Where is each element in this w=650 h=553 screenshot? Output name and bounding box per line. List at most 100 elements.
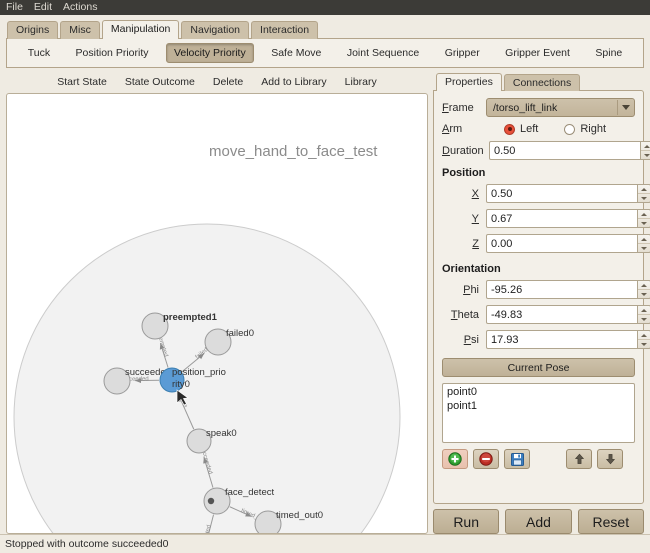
duration-spin-up[interactable]: [641, 142, 650, 151]
frame-combobox[interactable]: /torso_lift_link: [486, 98, 635, 117]
toolbar-start-state[interactable]: Start State: [57, 76, 107, 88]
list-item[interactable]: point0: [447, 386, 630, 400]
move-point-down-button[interactable]: [597, 449, 623, 469]
list-item[interactable]: point1: [447, 400, 630, 414]
orientation-psi-row: Psi: [442, 330, 635, 349]
position-y-spinner[interactable]: [486, 209, 650, 228]
arm-radio-right[interactable]: Right: [564, 123, 606, 135]
position-x-spin-buttons[interactable]: [638, 184, 650, 203]
tab-interaction[interactable]: Interaction: [251, 21, 318, 39]
tab-manipulation[interactable]: Manipulation: [102, 20, 180, 39]
run-button[interactable]: Run: [433, 509, 499, 534]
tab-misc[interactable]: Misc: [60, 21, 100, 39]
mode-button-safe-move[interactable]: Safe Move: [263, 43, 329, 63]
position-y-spin-up[interactable]: [638, 210, 650, 219]
position-z-spinner[interactable]: [486, 234, 650, 253]
position-x-spinner[interactable]: [486, 184, 650, 203]
orientation-psi-spinner[interactable]: [486, 330, 650, 349]
node-label: rity0: [172, 379, 190, 390]
status-text: Stopped with outcome succeeded0: [5, 538, 168, 550]
menu-item-actions[interactable]: Actions: [63, 0, 104, 15]
orientation-phi-spin-up[interactable]: [638, 281, 650, 290]
state-machine-canvas[interactable]: move_hand_to_face_testpreemptedfailedsuc…: [6, 93, 428, 534]
orientation-psi-input[interactable]: [486, 330, 638, 349]
position-x-spin-down[interactable]: [638, 194, 650, 202]
properties-panel: Properties Connections Frame /torso_lift…: [433, 73, 644, 534]
tab-properties[interactable]: Properties: [436, 73, 502, 91]
duration-spin-down[interactable]: [641, 151, 650, 159]
position-z-row: Z: [442, 234, 635, 253]
chevron-down-icon[interactable]: [617, 100, 633, 115]
orientation-psi-spin-down[interactable]: [638, 340, 650, 348]
position-z-spin-up[interactable]: [638, 235, 650, 244]
move-point-up-button[interactable]: [566, 449, 592, 469]
duration-spinner[interactable]: [489, 141, 650, 160]
frame-label: Frame: [442, 102, 486, 114]
menu-item-edit[interactable]: Edit: [34, 0, 59, 15]
properties-tab-strip: Properties Connections: [433, 73, 644, 91]
position-x-spin-up[interactable]: [638, 185, 650, 194]
position-x-input[interactable]: [486, 184, 638, 203]
position-z-spin-down[interactable]: [638, 244, 650, 252]
tab-connections[interactable]: Connections: [504, 74, 580, 91]
minus-circle-red-icon: [479, 452, 493, 466]
state-machine-container: [14, 224, 400, 534]
mode-button-joint-sequence[interactable]: Joint Sequence: [339, 43, 427, 63]
top-tabs-region: Origins Misc Manipulation Navigation Int…: [0, 15, 650, 69]
tab-origins[interactable]: Origins: [7, 21, 58, 39]
mode-button-velocity-priority[interactable]: Velocity Priority: [166, 43, 254, 63]
radio-selected-icon: [504, 124, 515, 135]
duration-label: Duration: [442, 145, 489, 157]
orientation-theta-spin-buttons[interactable]: [638, 305, 650, 324]
arm-radio-left[interactable]: Left: [504, 123, 538, 135]
current-pose-button[interactable]: Current Pose: [442, 358, 635, 377]
toolbar-add-to-library[interactable]: Add to Library: [261, 76, 326, 88]
duration-spin-buttons[interactable]: [641, 141, 650, 160]
duration-input[interactable]: [489, 141, 641, 160]
mode-button-gripper-event[interactable]: Gripper Event: [497, 43, 578, 63]
orientation-phi-spin-down[interactable]: [638, 290, 650, 298]
toolbar-state-outcome[interactable]: State Outcome: [125, 76, 195, 88]
arrow-up-icon: [574, 453, 585, 465]
mode-button-gripper[interactable]: Gripper: [437, 43, 488, 63]
position-z-input[interactable]: [486, 234, 638, 253]
orientation-phi-spinner[interactable]: [486, 280, 650, 299]
orientation-theta-input[interactable]: [486, 305, 638, 324]
add-point-button[interactable]: [442, 449, 468, 469]
position-y-spin-down[interactable]: [638, 219, 650, 227]
add-button[interactable]: Add: [505, 509, 571, 534]
orientation-phi-input[interactable]: [486, 280, 638, 299]
frame-row: Frame /torso_lift_link: [442, 98, 635, 117]
arm-radio-right-label: Right: [580, 123, 606, 135]
remove-point-button[interactable]: [473, 449, 499, 469]
frame-label-rest: rame: [449, 102, 474, 114]
mode-button-spine[interactable]: Spine: [587, 43, 630, 63]
menu-bar: File Edit Actions: [0, 0, 650, 15]
orientation-theta-label: Theta: [442, 309, 486, 321]
orientation-theta-spin-up[interactable]: [638, 306, 650, 315]
menu-item-file[interactable]: File: [6, 0, 30, 15]
orientation-theta-spin-down[interactable]: [638, 315, 650, 323]
reset-button[interactable]: Reset: [578, 509, 644, 534]
orientation-psi-spin-up[interactable]: [638, 331, 650, 340]
mode-button-position-priority[interactable]: Position Priority: [68, 43, 157, 63]
orientation-psi-spin-buttons[interactable]: [638, 330, 650, 349]
toolbar-delete[interactable]: Delete: [213, 76, 243, 88]
position-z-spin-buttons[interactable]: [638, 234, 650, 253]
points-list[interactable]: point0 point1: [442, 383, 635, 443]
toolbar-library[interactable]: Library: [345, 76, 377, 88]
toolbar-spacer: [535, 449, 561, 469]
orientation-phi-label: Phi: [442, 284, 486, 296]
mode-button-tuck[interactable]: Tuck: [20, 43, 58, 63]
save-points-button[interactable]: [504, 449, 530, 469]
node-label: failed0: [226, 328, 254, 339]
points-toolbar: [442, 449, 635, 469]
duration-row: Duration: [442, 141, 635, 160]
position-y-input[interactable]: [486, 209, 638, 228]
state-machine-graph[interactable]: move_hand_to_face_testpreemptedfailedsuc…: [7, 94, 427, 534]
tab-navigation[interactable]: Navigation: [181, 21, 249, 39]
orientation-phi-spin-buttons[interactable]: [638, 280, 650, 299]
position-x-label: X: [442, 188, 486, 200]
position-y-spin-buttons[interactable]: [638, 209, 650, 228]
orientation-theta-spinner[interactable]: [486, 305, 650, 324]
